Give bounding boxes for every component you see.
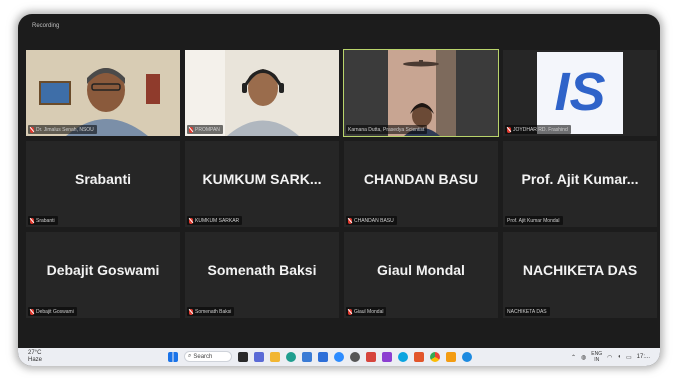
app-red-icon[interactable]: [366, 351, 376, 362]
participant-name-tag: CHANDAN BASU: [346, 216, 397, 225]
participant-name-tag: Prof. Ajit Kumar Mondal: [505, 216, 563, 225]
search-icon: ⌕: [188, 353, 192, 359]
dell-icon[interactable]: [350, 351, 360, 362]
google-chrome-icon[interactable]: [430, 351, 440, 362]
volume-icon[interactable]: ◖: [617, 354, 621, 360]
participant-video-2: [185, 50, 339, 136]
participant-name-tag: Somenath Baksi: [187, 307, 235, 316]
participant-display-name: Prof. Ajit Kumar...: [521, 171, 639, 187]
windows-start-icon[interactable]: [168, 351, 178, 362]
participant-display-name: Giaul Mondal: [377, 262, 465, 278]
participant-tile-chandan-basu[interactable]: CHANDAN BASU CHANDAN BASU: [344, 141, 498, 227]
weather-desc: Haze: [28, 357, 43, 363]
mic-muted-icon: [189, 308, 193, 315]
app-orange-icon[interactable]: [446, 351, 456, 362]
task-view-icon[interactable]: [238, 351, 248, 362]
participant-display-name: CHANDAN BASU: [363, 171, 479, 187]
participant-display-name: Debajit Goswami: [46, 262, 160, 278]
is-logo: IS: [554, 62, 605, 122]
weather-widget[interactable]: 27°C Haze: [28, 350, 42, 364]
participant-tile-srabanti[interactable]: Srabanti Srabanti: [26, 141, 180, 227]
participant-name-tag: Karnana Dutta, Prasedya Scientist: [346, 125, 428, 134]
taskbar-search-box[interactable]: ⌕ Search: [184, 351, 232, 362]
participant-name-tag: PROMPAN: [187, 125, 223, 134]
participant-tile-ajit-kumar[interactable]: Prof. Ajit Kumar... Prof. Ajit Kumar Mon…: [503, 141, 657, 227]
participant-tile-nachiketa-das[interactable]: NACHIKETA DAS NACHIKETA DAS: [503, 232, 657, 318]
mic-muted-icon: [30, 308, 34, 315]
participant-display-name: KUMKUM SARK...: [202, 171, 322, 187]
weather-temp: 27°C: [28, 350, 42, 356]
participant-name-tag: Giaul Mondal: [346, 307, 387, 316]
participant-display-name: NACHIKETA DAS: [522, 262, 638, 278]
file-explorer-icon[interactable]: [270, 351, 280, 362]
recording-label: Recording: [32, 23, 60, 29]
video-tile-2[interactable]: PROMPAN: [185, 50, 339, 136]
zoom-app-icon[interactable]: [334, 351, 344, 362]
chevron-up-icon[interactable]: ⌃: [571, 354, 576, 361]
video-tile-4[interactable]: IS JOYDHAR RD. Frashind: [503, 50, 657, 136]
participant-tile-somenath-baksi[interactable]: Somenath Baksi Somenath Baksi: [185, 232, 339, 318]
participant-video-1: [26, 50, 180, 136]
search-label: Search: [193, 353, 213, 360]
participant-display-name: Somenath Baksi: [207, 262, 317, 278]
clock[interactable]: 17:...: [637, 354, 650, 360]
participant-name-tag: JOYDHAR RD. Frashind: [505, 125, 571, 134]
office-icon[interactable]: [414, 351, 424, 362]
edge-browser-icon[interactable]: [286, 351, 296, 362]
participant-name-tag: Srabanti: [28, 216, 58, 225]
mic-muted-icon: [507, 126, 511, 133]
language-indicator[interactable]: ENG IN: [591, 351, 602, 363]
mic-muted-icon: [189, 126, 193, 133]
camera-app-icon[interactable]: [254, 351, 264, 362]
app-media-icon[interactable]: [382, 351, 392, 362]
participant-name-tag: NACHIKETA DAS: [505, 307, 550, 316]
mic-muted-icon: [348, 308, 352, 315]
system-tray: ⌃ ◍ ENG IN ◠ ◖ ▭ 17:...: [571, 351, 650, 363]
app-blue-icon[interactable]: [398, 351, 408, 362]
notification-icon[interactable]: ◍: [581, 354, 586, 361]
store-icon[interactable]: [302, 351, 312, 362]
mic-muted-icon: [30, 126, 34, 133]
battery-icon[interactable]: ▭: [626, 354, 632, 361]
participant-tile-giaul-mondal[interactable]: Giaul Mondal Giaul Mondal: [344, 232, 498, 318]
participant-video-4: IS: [503, 50, 657, 136]
video-tile-3-active-speaker[interactable]: Karnana Dutta, Prasedya Scientist: [343, 49, 499, 137]
app-cyan-icon[interactable]: [462, 351, 472, 362]
mail-icon[interactable]: [318, 351, 328, 362]
participant-name-tag: KUMKUM SARKAR: [187, 216, 243, 225]
participant-display-name: Srabanti: [74, 171, 131, 187]
wifi-icon[interactable]: ◠: [607, 354, 612, 361]
video-tile-1[interactable]: Dr. Jimalus Senah, NSOU: [26, 50, 180, 136]
participant-video-3: [344, 50, 498, 136]
participant-name-tag: Dr. Jimalus Senah, NSOU: [28, 125, 97, 134]
mic-muted-icon: [348, 217, 352, 224]
mic-muted-icon: [189, 217, 193, 224]
participant-tile-debajit-goswami[interactable]: Debajit Goswami Debajit Goswami: [26, 232, 180, 318]
zoom-meeting-window: Recording Dr. Jimalus Senah, NSOU PROMPA…: [18, 14, 660, 366]
participant-name-tag: Debajit Goswami: [28, 307, 77, 316]
participant-tile-kumkum-sarkar[interactable]: KUMKUM SARK... KUMKUM SARKAR: [185, 141, 339, 227]
mic-muted-icon: [30, 217, 34, 224]
taskbar-pinned-apps: ⌕ Search: [168, 351, 472, 362]
windows-taskbar: 27°C Haze ⌕ Search ⌃ ◍ ENG IN ◠ ◖ ▭ 17:.…: [18, 348, 660, 366]
